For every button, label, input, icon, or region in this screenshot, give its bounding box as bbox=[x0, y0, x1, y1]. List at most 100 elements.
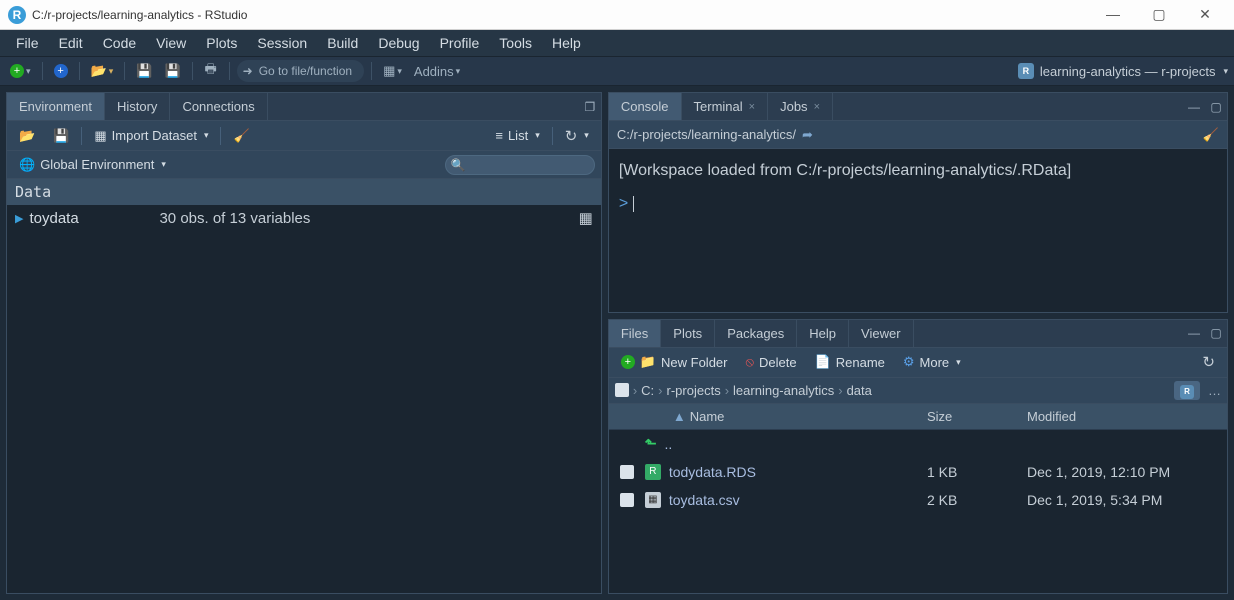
menu-code[interactable]: Code bbox=[93, 31, 146, 55]
project-switcher[interactable]: Rlearning-analytics — r-projects▾ bbox=[1018, 63, 1228, 79]
tab-packages[interactable]: Packages bbox=[715, 320, 797, 347]
menu-file[interactable]: File bbox=[6, 31, 49, 55]
main-toolbar: +▾ + 📂▾ 💾 💾 🖶 ➜ Go to file/function ▦▾ A… bbox=[0, 56, 1234, 86]
breadcrumb-item[interactable]: r-projects bbox=[667, 383, 721, 398]
grid-toolbar-button[interactable]: ▦▾ bbox=[379, 60, 406, 82]
tab-jobs[interactable]: Jobs× bbox=[768, 93, 833, 120]
folder-up-icon: ⬑ bbox=[645, 435, 657, 452]
file-checkbox[interactable] bbox=[620, 493, 634, 507]
file-name[interactable]: toydata.csv bbox=[669, 492, 740, 508]
sort-icon[interactable]: ▲ bbox=[673, 409, 686, 424]
close-button[interactable]: ✕ bbox=[1192, 6, 1218, 23]
menu-session[interactable]: Session bbox=[247, 31, 317, 55]
env-item-name: toydata bbox=[29, 210, 159, 227]
file-checkbox[interactable] bbox=[620, 465, 634, 479]
pane-popout-icon[interactable]: ❐ bbox=[579, 100, 601, 114]
select-all-checkbox[interactable] bbox=[615, 383, 629, 397]
refresh-files-button[interactable]: ↻ bbox=[1196, 351, 1221, 373]
console-prompt: > bbox=[619, 195, 628, 212]
file-row: Rtodydata.RDS 1 KB Dec 1, 2019, 12:10 PM bbox=[609, 458, 1227, 486]
view-data-icon[interactable]: ▦ bbox=[579, 209, 593, 227]
addins-button[interactable]: Addins▾ bbox=[410, 60, 464, 82]
env-section-data: Data bbox=[7, 179, 601, 205]
new-project-button[interactable]: + bbox=[50, 60, 72, 82]
refresh-env-button[interactable]: ↻▾ bbox=[559, 125, 595, 147]
delete-button[interactable]: ⦸Delete bbox=[739, 352, 802, 372]
load-workspace-button[interactable]: 📂 bbox=[13, 126, 41, 146]
menu-build[interactable]: Build bbox=[317, 31, 368, 55]
files-header: ▲ Name Size Modified bbox=[609, 404, 1227, 430]
save-all-button[interactable]: 💾 bbox=[160, 60, 184, 82]
breadcrumb-project-icon[interactable]: R bbox=[1174, 381, 1200, 400]
file-size: 2 KB bbox=[927, 492, 1027, 508]
rename-button[interactable]: 📄Rename bbox=[809, 352, 891, 372]
maximize-button[interactable]: ▢ bbox=[1146, 6, 1172, 23]
goto-file-function[interactable]: ➜ Go to file/function bbox=[237, 60, 364, 82]
menu-tools[interactable]: Tools bbox=[489, 31, 542, 55]
breadcrumb-item[interactable]: learning-analytics bbox=[733, 383, 834, 398]
expand-icon[interactable]: ▶ bbox=[15, 212, 23, 225]
tab-help[interactable]: Help bbox=[797, 320, 849, 347]
file-modified: Dec 1, 2019, 5:34 PM bbox=[1027, 492, 1227, 508]
menu-help[interactable]: Help bbox=[542, 31, 591, 55]
minimize-button[interactable]: — bbox=[1100, 6, 1126, 23]
menu-view[interactable]: View bbox=[146, 31, 196, 55]
clear-console-button[interactable]: 🧹 bbox=[1203, 127, 1219, 143]
tab-plots-pane[interactable]: Plots bbox=[661, 320, 715, 347]
open-file-button[interactable]: 📂▾ bbox=[87, 60, 118, 82]
more-button[interactable]: ⚙More▾ bbox=[897, 352, 967, 372]
pane-min-icon[interactable]: — bbox=[1183, 100, 1205, 114]
tab-connections[interactable]: Connections bbox=[170, 93, 267, 120]
env-item-desc: 30 obs. of 13 variables bbox=[159, 210, 578, 227]
tab-console[interactable]: Console bbox=[609, 93, 682, 120]
menu-edit[interactable]: Edit bbox=[49, 31, 93, 55]
breadcrumb-more-icon[interactable]: … bbox=[1208, 383, 1221, 398]
file-row: ▦ toydata.csv 2 KB Dec 1, 2019, 5:34 PM bbox=[609, 486, 1227, 514]
new-folder-button[interactable]: +📁New Folder bbox=[615, 352, 734, 372]
col-name[interactable]: Name bbox=[690, 409, 725, 424]
environment-pane: Environment History Connections ❐ 📂 💾 ▦ … bbox=[6, 92, 602, 594]
window-titlebar: R C:/r-projects/learning-analytics - RSt… bbox=[0, 0, 1234, 30]
menu-bar: File Edit Code View Plots Session Build … bbox=[0, 30, 1234, 56]
tab-files[interactable]: Files bbox=[609, 320, 661, 347]
console-wd: C:/r-projects/learning-analytics/ bbox=[617, 127, 796, 142]
new-file-button[interactable]: +▾ bbox=[6, 60, 35, 82]
breadcrumb-item[interactable]: data bbox=[847, 383, 872, 398]
console-line: [Workspace loaded from C:/r-projects/lea… bbox=[619, 159, 1217, 182]
menu-profile[interactable]: Profile bbox=[430, 31, 490, 55]
import-dataset-button[interactable]: ▦ Import Dataset▾ bbox=[88, 126, 214, 146]
csv-file-icon: ▦ bbox=[645, 492, 661, 508]
files-pane: Files Plots Packages Help Viewer — ▢ +📁N… bbox=[608, 319, 1228, 594]
file-size: 1 KB bbox=[927, 464, 1027, 480]
pane-max-icon[interactable]: ▢ bbox=[1205, 100, 1227, 114]
menu-plots[interactable]: Plots bbox=[196, 31, 247, 55]
env-scope-button[interactable]: 🌐 Global Environment▾ bbox=[13, 155, 172, 175]
view-mode-button[interactable]: ≡ List▾ bbox=[489, 126, 545, 145]
env-search-input[interactable] bbox=[445, 155, 595, 175]
env-item[interactable]: ▶ toydata 30 obs. of 13 variables ▦ bbox=[7, 205, 601, 231]
rds-file-icon: R bbox=[645, 464, 661, 480]
col-modified[interactable]: Modified bbox=[1027, 409, 1227, 424]
search-icon: 🔍 bbox=[451, 158, 466, 172]
pane-max-icon[interactable]: ▢ bbox=[1205, 326, 1227, 340]
breadcrumb-item[interactable]: C: bbox=[641, 383, 654, 398]
file-modified: Dec 1, 2019, 12:10 PM bbox=[1027, 464, 1227, 480]
file-name[interactable]: todydata.RDS bbox=[669, 464, 756, 480]
tab-environment[interactable]: Environment bbox=[7, 93, 105, 120]
menu-debug[interactable]: Debug bbox=[368, 31, 429, 55]
tab-terminal[interactable]: Terminal× bbox=[682, 93, 769, 120]
console-pane: Console Terminal× Jobs× — ▢ C:/r-project… bbox=[608, 92, 1228, 313]
console-wd-go-icon[interactable]: ➦ bbox=[802, 127, 813, 143]
save-button[interactable]: 💾 bbox=[132, 60, 156, 82]
print-button[interactable]: 🖶 bbox=[200, 60, 222, 82]
rstudio-logo-icon: R bbox=[8, 6, 26, 24]
save-workspace-button[interactable]: 💾 bbox=[47, 126, 75, 146]
tab-viewer[interactable]: Viewer bbox=[849, 320, 914, 347]
col-size[interactable]: Size bbox=[927, 409, 1027, 424]
clear-workspace-button[interactable]: 🧹 bbox=[227, 126, 255, 146]
files-breadcrumb: › C: › r-projects › learning-analytics ›… bbox=[609, 378, 1227, 404]
file-up-row[interactable]: ⬑.. bbox=[609, 430, 1227, 458]
console-output[interactable]: [Workspace loaded from C:/r-projects/lea… bbox=[609, 149, 1227, 225]
pane-min-icon[interactable]: — bbox=[1183, 326, 1205, 340]
tab-history[interactable]: History bbox=[105, 93, 170, 120]
